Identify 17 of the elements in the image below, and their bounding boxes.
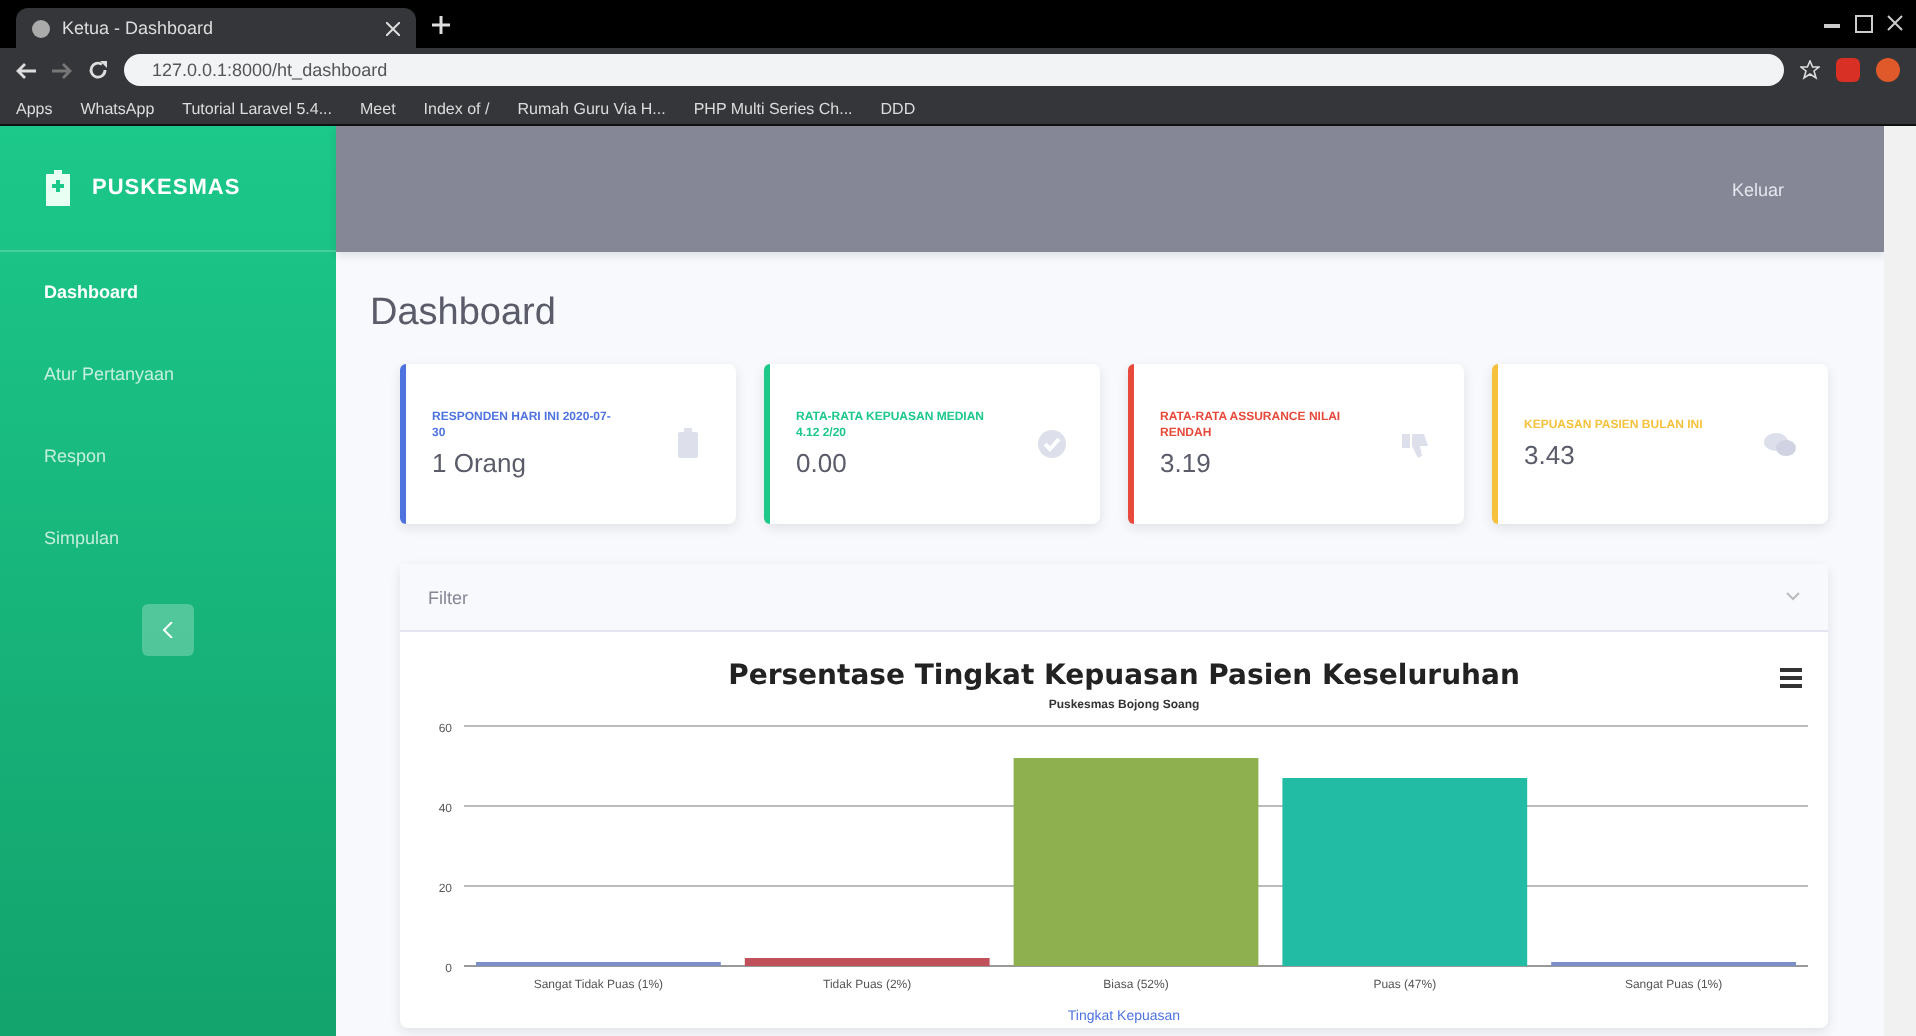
- card-value: 3.19: [1160, 448, 1213, 478]
- chart-title: Persentase Tingkat Kepuasan Pasien Keseluruhan: [728, 660, 1520, 692]
- brand-name: PUSKESMAS: [92, 176, 241, 200]
- address-field[interactable]: 127.0.0.1:8000/ht_dashboard: [124, 54, 1784, 86]
- bookmark[interactable]: Rumah Guru Via H...: [517, 99, 666, 117]
- card-value: 1 Orang: [432, 448, 528, 478]
- card-value: 3.43: [1524, 440, 1577, 470]
- card-value: 0.00: [796, 448, 849, 478]
- bookmark[interactable]: Meet: [360, 99, 396, 117]
- bookmark[interactable]: WhatsApp: [80, 99, 155, 117]
- browser-tab[interactable]: Ketua - Dashboard: [16, 8, 416, 48]
- bookmark[interactable]: Index of /: [423, 99, 490, 117]
- page-title: Dashboard: [370, 292, 558, 336]
- bookmark[interactable]: Tutorial Laravel 5.4...: [182, 99, 332, 117]
- apps-bookmark[interactable]: Apps: [16, 99, 53, 117]
- bookmark[interactable]: DDD: [880, 99, 916, 117]
- bookmark[interactable]: PHP Multi Series Ch...: [693, 99, 853, 117]
